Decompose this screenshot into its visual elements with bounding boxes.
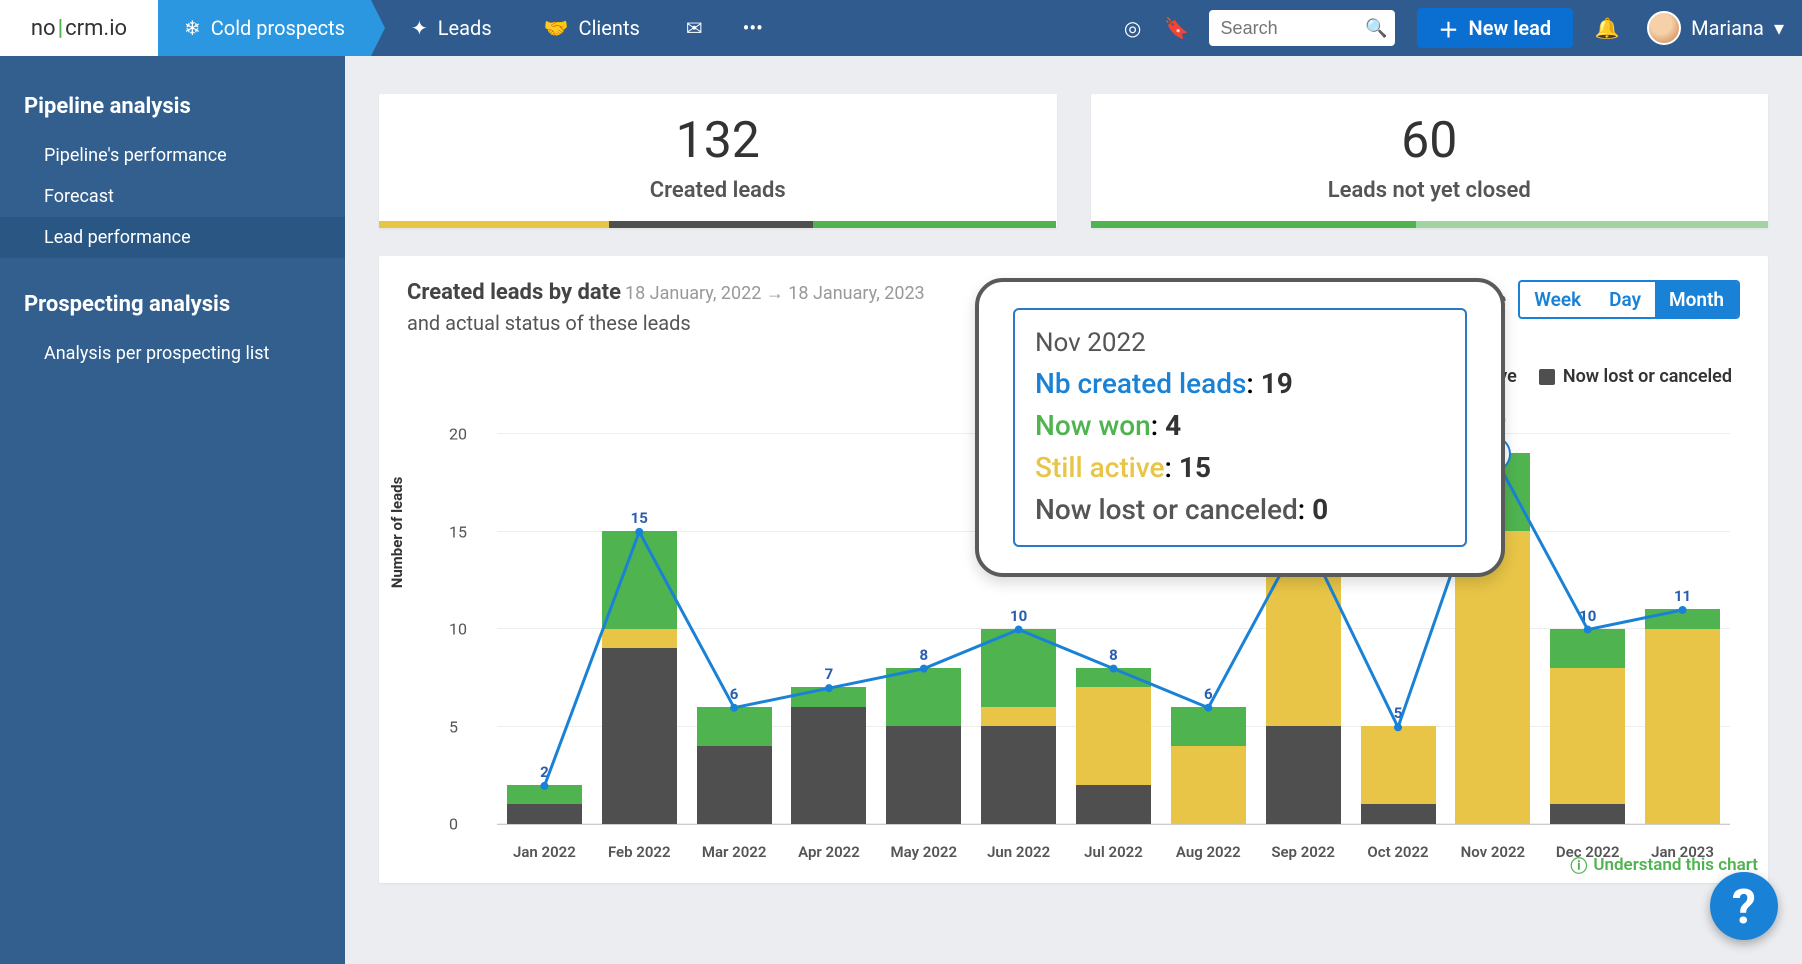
help-icon: ? [1732,878,1756,935]
bar-column[interactable]: 6 [697,707,772,824]
tooltip-created-value: 19 [1261,367,1293,400]
help-button[interactable]: ? [1710,872,1778,940]
sidebar: Pipeline analysis Pipeline's performance… [0,56,345,964]
bookmark-icon: 🔖 [1164,16,1189,40]
search-icon: 🔍 [1365,18,1387,39]
user-menu[interactable]: Mariana ▾ [1629,0,1802,56]
bar-column[interactable]: 5 [1361,726,1436,824]
sidebar-item-forecast[interactable]: Forecast [0,176,345,217]
card-created-leads[interactable]: 132 Created leads [379,94,1057,228]
main-content: 132 Created leads 60 Leads not yet close… [345,56,1802,964]
date-to: 18 January, 2023 [788,283,924,304]
bell-icon: 🔔 [1595,16,1620,40]
chart-tooltip: Nov 2022 Nb created leads: 19 Now won: 4… [975,278,1505,577]
legend-lost: Now lost or canceled [1563,366,1732,387]
plus-icon: ＋ [1439,14,1459,43]
nav-mail[interactable]: ✉ [666,0,723,56]
card-label: Leads not yet closed [1091,178,1769,203]
tooltip-won-value: 4 [1165,409,1181,442]
bar-column[interactable]: 11 [1645,609,1720,824]
tooltip-created-label: Nb created leads [1035,367,1246,400]
search-button[interactable]: 🔍 [1359,10,1395,46]
top-navbar: no|crm.io ❄ Cold prospects ✦ Leads 🤝 Cli… [0,0,1802,56]
nav-leads[interactable]: ✦ Leads [371,0,518,56]
sidebar-item-prospecting-list[interactable]: Analysis per prospecting list [0,333,345,374]
logo-text: .io [103,16,127,41]
x-tick: Sep 2022 [1266,843,1341,861]
nav-label: Cold prospects [211,16,345,40]
tooltip-lost-label: Now lost or canceled [1035,493,1298,526]
bar-column[interactable]: 6 [1171,707,1246,824]
sidebar-heading-prospecting: Prospecting analysis [0,284,345,333]
scale-month[interactable]: Month [1655,282,1738,317]
card-not-closed[interactable]: 60 Leads not yet closed [1091,94,1769,228]
target-icon: ✦ [411,16,428,40]
avatar [1647,11,1681,45]
sidebar-item-lead-performance[interactable]: Lead performance [0,217,345,258]
logo-text: crm [65,16,103,41]
tooltip-active-label: Still active [1035,451,1165,484]
handshake-icon: 🤝 [544,16,569,40]
bullseye-icon: ◎ [1124,16,1141,40]
nav-label: Clients [579,16,640,40]
card-value: 132 [379,112,1057,170]
scale-day[interactable]: Day [1595,282,1655,317]
sidebar-heading-pipeline: Pipeline analysis [0,86,345,135]
x-tick: Feb 2022 [602,843,677,861]
tooltip-month: Nov 2022 [1035,324,1445,363]
understand-label: Understand this chart [1593,855,1758,875]
chart-panel: Created leads by date 18 January, 2022 →… [379,256,1768,883]
x-tick: Nov 2022 [1455,843,1530,861]
date-from: 18 January, 2022 [625,283,761,304]
notifications-button[interactable]: 🔔 [1585,0,1629,56]
tooltip-lost-value: 0 [1312,493,1328,526]
sidebar-item-performance[interactable]: Pipeline's performance [0,135,345,176]
new-lead-button[interactable]: ＋ New lead [1417,8,1574,48]
chart-subtitle: and actual status of these leads [407,311,925,335]
x-tick: Jan 2022 [507,843,582,861]
caret-down-icon: ▾ [1774,16,1784,40]
x-tick: Aug 2022 [1171,843,1246,861]
search-input[interactable] [1209,10,1359,46]
bar-column[interactable]: 10 [981,629,1056,824]
card-label: Created leads [379,178,1057,203]
x-tick: Mar 2022 [697,843,772,861]
x-tick: May 2022 [886,843,961,861]
x-tick: Jun 2022 [981,843,1056,861]
bar-column[interactable]: 8 [1076,668,1151,824]
nav-cold-prospects[interactable]: ❄ Cold prospects [158,0,371,56]
tooltip-active-value: 15 [1179,451,1211,484]
nav-clients[interactable]: 🤝 Clients [518,0,666,56]
user-name: Mariana [1691,16,1764,40]
nav-label: Leads [438,16,492,40]
chart-title: Created leads by date [407,280,621,305]
info-icon: ⓘ [1570,852,1587,877]
nav-more[interactable]: ••• [723,0,783,56]
brand-logo[interactable]: no|crm.io [0,0,158,56]
envelope-icon: ✉ [686,16,703,40]
tooltip-won-label: Now won [1035,409,1151,442]
card-value: 60 [1091,112,1769,170]
bookmark-button[interactable]: 🔖 [1155,0,1199,56]
bar-column[interactable]: 8 [886,668,961,824]
snowflake-icon: ❄ [184,16,201,40]
bar-column[interactable]: 7 [791,687,866,824]
x-tick: Apr 2022 [791,843,866,861]
bar-column[interactable]: 10 [1550,629,1625,824]
x-tick: Jul 2022 [1076,843,1151,861]
y-axis-label: Number of leads [388,477,406,589]
goals-button[interactable]: ◎ [1111,0,1155,56]
new-lead-label: New lead [1469,16,1552,40]
bar-column[interactable]: 2 [507,785,582,824]
ellipsis-icon: ••• [743,16,763,40]
understand-chart-link[interactable]: ⓘ Understand this chart [1570,852,1758,877]
scale-week[interactable]: Week [1520,282,1595,317]
logo-text: no [31,16,56,41]
bar-column[interactable]: 15 [602,531,677,824]
search-box[interactable]: 🔍 [1209,10,1395,46]
x-tick: Oct 2022 [1361,843,1436,861]
